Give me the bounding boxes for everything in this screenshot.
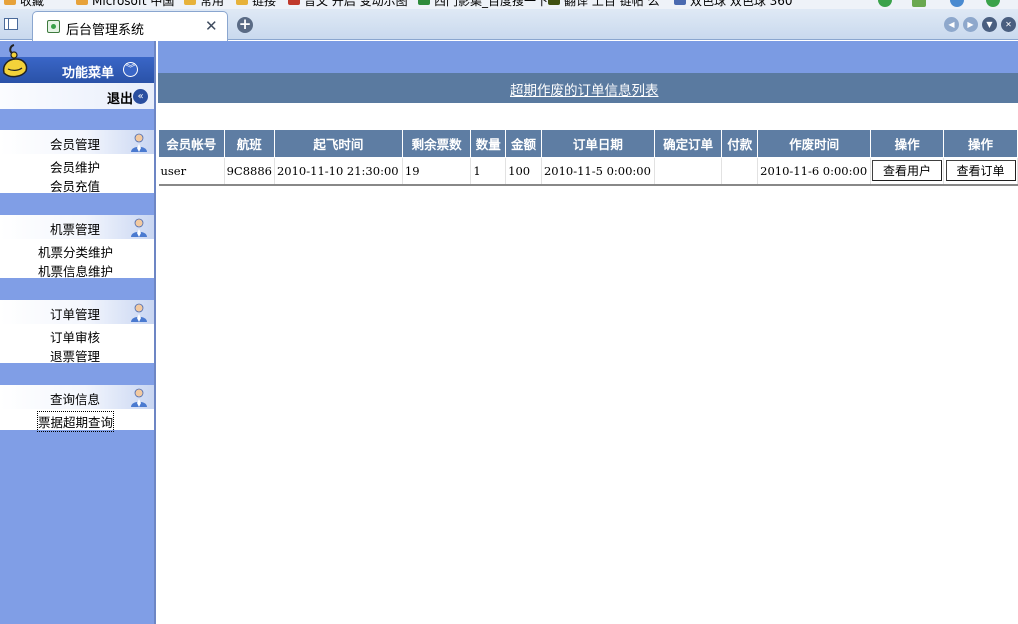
page-refresh-icon bbox=[47, 20, 60, 33]
favorites-bar: 收藏 Microsoft 中国 常用 链接 音文 开启 变动示图 西门影集_百度… bbox=[0, 0, 1018, 9]
column-header-void-time: 作废时间 bbox=[757, 129, 872, 158]
menu-group-header[interactable]: 机票管理 bbox=[0, 215, 154, 239]
cell-amount: 100 bbox=[505, 157, 542, 185]
favorites-item[interactable]: 双色球 双色球 360 bbox=[674, 0, 793, 8]
menu-group-member: 会员管理 会员维护 会员充值 bbox=[0, 130, 154, 195]
tab-list-icon[interactable] bbox=[4, 18, 18, 30]
page-title[interactable]: 超期作废的订单信息列表 bbox=[510, 79, 659, 99]
menu-group-header[interactable]: 会员管理 bbox=[0, 130, 154, 154]
new-tab-button[interactable]: + bbox=[237, 17, 253, 33]
favorites-item[interactable]: Microsoft 中国 bbox=[76, 0, 174, 8]
favorites-item[interactable]: 西门影集_百度搜一下 bbox=[418, 0, 548, 8]
user-icon bbox=[131, 133, 147, 152]
menu-title: 功能菜单 bbox=[62, 66, 115, 81]
column-header-amount: 金额 bbox=[505, 129, 542, 158]
menu-group-title: 会员管理 bbox=[50, 137, 101, 152]
sidebar-item-refund-manage[interactable]: 退票管理 bbox=[50, 346, 100, 365]
logout-bar[interactable]: 退出 « bbox=[0, 83, 154, 109]
sidebar: 功能菜单 ︾ 退出 « 会员管理 会员维护 会员充值 机票管理 机票分类维护 机… bbox=[0, 41, 156, 624]
cell-void-time: 2010-11-6 0:00:00 bbox=[757, 157, 872, 185]
column-header-order-date: 订单日期 bbox=[540, 129, 655, 158]
cell-order-date: 2010-11-5 0:00:00 bbox=[541, 157, 655, 185]
column-header-paid: 付款 bbox=[721, 129, 759, 158]
menu-group-ticket: 机票管理 机票分类维护 机票信息维护 bbox=[0, 215, 154, 280]
view-user-button[interactable]: 查看用户 bbox=[872, 160, 943, 182]
order-table: 会员帐号 航班 起飞时间 剩余票数 数量 金额 订单日期 确定订单 付款 作废时… bbox=[158, 129, 1018, 186]
back-icon[interactable]: ◀ bbox=[944, 17, 959, 32]
user-icon bbox=[131, 218, 147, 237]
table-header-row: 会员帐号 航班 起飞时间 剩余票数 数量 金额 订单日期 确定订单 付款 作废时… bbox=[158, 129, 1018, 158]
page-icon bbox=[418, 0, 430, 5]
chevron-down-icon[interactable]: ▼ bbox=[982, 17, 997, 32]
app-icon[interactable] bbox=[912, 0, 926, 7]
column-header-departure: 起飞时间 bbox=[273, 129, 403, 158]
close-icon[interactable]: ✕ bbox=[1001, 17, 1016, 32]
table-row: user 9C8886 2010-11-10 21:30:00 19 1 100… bbox=[158, 157, 1018, 185]
browser-tab[interactable]: 后台管理系统 ✕ bbox=[32, 11, 228, 41]
tab-title: 后台管理系统 bbox=[66, 23, 145, 38]
menu-group-title: 查询信息 bbox=[50, 392, 101, 407]
sidebar-item-order-review[interactable]: 订单审核 bbox=[50, 327, 100, 346]
double-chevron-left-icon[interactable]: « bbox=[133, 89, 148, 104]
app-icon[interactable] bbox=[986, 0, 1000, 7]
page-icon bbox=[674, 0, 686, 5]
page-icon bbox=[288, 0, 300, 5]
column-header-action: 操作 bbox=[943, 129, 1018, 158]
cell-action: 查看用户 bbox=[870, 157, 945, 185]
cell-paid bbox=[721, 157, 759, 185]
cell-quantity: 1 bbox=[470, 157, 507, 185]
tab-bar: 后台管理系统 ✕ + ◀ ▶ ▼ ✕ bbox=[0, 9, 1018, 41]
column-header-action: 操作 bbox=[870, 129, 945, 158]
column-header-flight: 航班 bbox=[223, 129, 275, 158]
cell-confirmed bbox=[654, 157, 723, 185]
menu-group-header[interactable]: 查询信息 bbox=[0, 385, 154, 409]
column-header-remaining: 剩余票数 bbox=[401, 129, 472, 158]
menu-group-query: 查询信息 票据超期查询 bbox=[0, 385, 154, 432]
cell-departure: 2010-11-10 21:30:00 bbox=[274, 157, 403, 185]
menu-group-header[interactable]: 订单管理 bbox=[0, 300, 154, 324]
app-icon[interactable] bbox=[950, 0, 964, 7]
app-icon[interactable] bbox=[878, 0, 892, 7]
favorites-item[interactable]: 翻译 上百 链帖 么 bbox=[548, 0, 659, 8]
column-header-quantity: 数量 bbox=[470, 129, 507, 158]
title-bar: 超期作废的订单信息列表 bbox=[158, 73, 1018, 103]
user-icon bbox=[131, 303, 147, 322]
main-banner bbox=[158, 41, 1018, 73]
favorites-item[interactable]: 链接 bbox=[236, 0, 276, 8]
star-icon bbox=[4, 0, 16, 5]
cell-flight: 9C8886 bbox=[224, 157, 275, 185]
mascot-logo-icon bbox=[2, 44, 28, 78]
column-header-confirmed: 确定订单 bbox=[653, 129, 723, 158]
sidebar-item-ticket-category[interactable]: 机票分类维护 bbox=[38, 242, 113, 261]
column-header-account: 会员帐号 bbox=[158, 129, 225, 158]
favorites-item[interactable]: 音文 开启 变动示图 bbox=[288, 0, 408, 8]
sidebar-item-overdue-query[interactable]: 票据超期查询 bbox=[36, 411, 115, 432]
cell-account: user bbox=[158, 157, 225, 185]
cell-remaining: 19 bbox=[402, 157, 472, 185]
user-icon bbox=[131, 388, 147, 407]
view-order-button[interactable]: 查看订单 bbox=[945, 160, 1016, 182]
sidebar-item-member-recharge[interactable]: 会员充值 bbox=[50, 176, 100, 195]
forward-icon[interactable]: ▶ bbox=[963, 17, 978, 32]
sidebar-item-ticket-info[interactable]: 机票信息维护 bbox=[38, 261, 113, 280]
folder-icon bbox=[184, 0, 196, 5]
collapse-icon[interactable]: ︾ bbox=[123, 62, 138, 77]
sidebar-item-member-maintain[interactable]: 会员维护 bbox=[50, 157, 100, 176]
menu-group-order: 订单管理 订单审核 退票管理 bbox=[0, 300, 154, 365]
page-icon bbox=[548, 0, 560, 5]
logout-label[interactable]: 退出 bbox=[107, 88, 133, 107]
menu-group-title: 机票管理 bbox=[50, 222, 101, 237]
close-icon[interactable]: ✕ bbox=[205, 17, 218, 35]
favorites-item[interactable]: 常用 bbox=[184, 0, 224, 8]
menu-group-title: 订单管理 bbox=[50, 307, 101, 322]
favorites-item[interactable]: 收藏 bbox=[4, 0, 44, 8]
cell-action: 查看订单 bbox=[943, 157, 1018, 185]
folder-icon bbox=[236, 0, 248, 5]
folder-icon bbox=[76, 0, 88, 5]
